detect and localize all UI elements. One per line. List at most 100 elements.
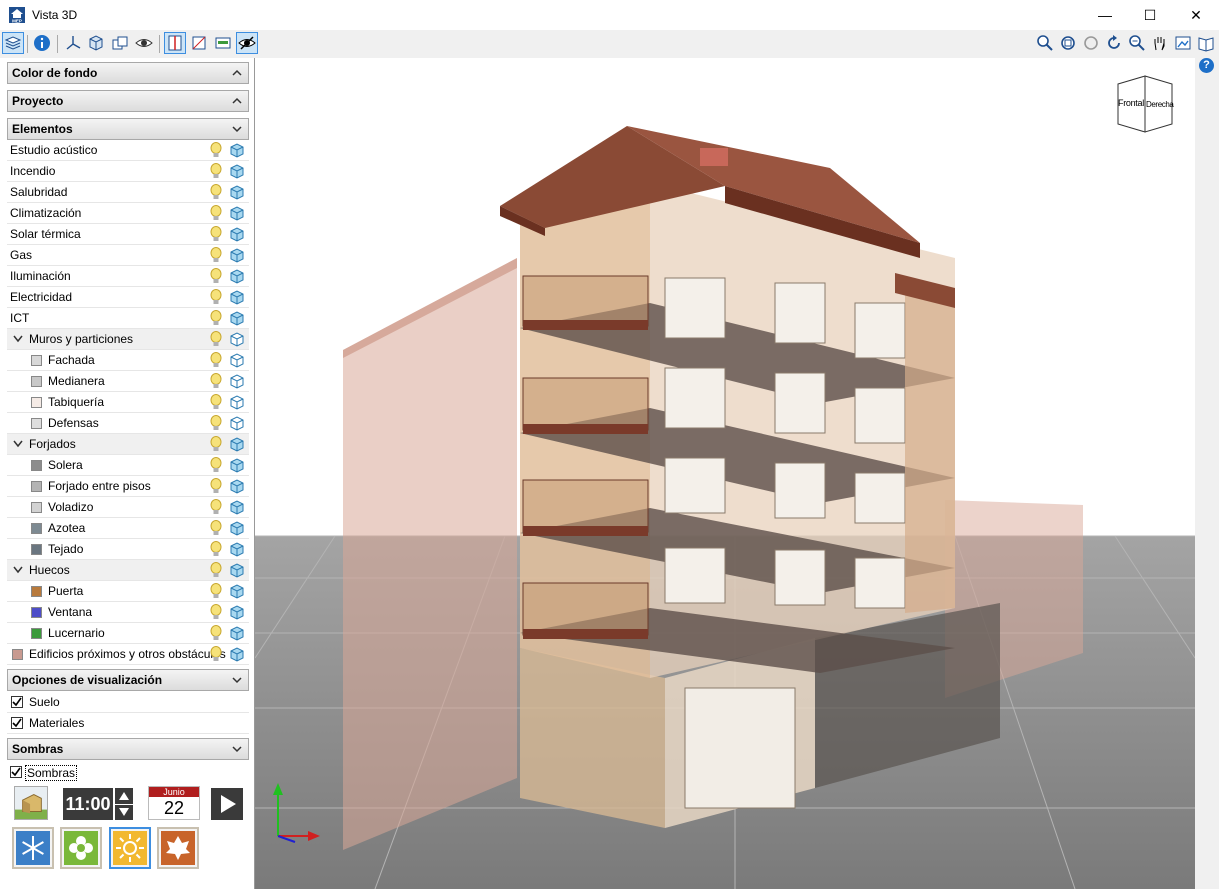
element-row[interactable]: Huecos (7, 560, 249, 581)
play-button[interactable] (211, 788, 243, 820)
bulb-icon[interactable] (208, 204, 224, 222)
bulb-icon[interactable] (208, 288, 224, 306)
element-row[interactable]: Gas (7, 245, 249, 266)
bulb-icon[interactable] (208, 603, 224, 621)
section-sombras[interactable]: Sombras (7, 738, 249, 760)
chevron-down-icon[interactable] (13, 440, 23, 448)
cube-icon[interactable] (229, 310, 245, 326)
bulb-icon[interactable] (208, 309, 224, 327)
cube-icon[interactable] (229, 142, 245, 158)
bulb-icon[interactable] (208, 561, 224, 579)
element-row[interactable]: Medianera (7, 371, 249, 392)
cube-icon[interactable] (229, 499, 245, 515)
cube-icon[interactable] (229, 331, 245, 347)
bulb-icon[interactable] (208, 267, 224, 285)
zoom-button[interactable] (1126, 32, 1148, 54)
element-row[interactable]: Defensas (7, 413, 249, 434)
cube-icon[interactable] (229, 163, 245, 179)
cube-icon[interactable] (229, 457, 245, 473)
shadow-house-button[interactable] (14, 786, 48, 820)
clip-plane-button[interactable] (164, 32, 186, 54)
element-row[interactable]: Electricidad (7, 287, 249, 308)
section-proyecto[interactable]: Proyecto (7, 90, 249, 112)
element-row[interactable]: Salubridad (7, 182, 249, 203)
cube-icon[interactable] (229, 226, 245, 242)
cube-icon[interactable] (229, 184, 245, 200)
chevron-down-icon[interactable] (13, 566, 23, 574)
element-row[interactable]: Fachada (7, 350, 249, 371)
maximize-button[interactable]: ☐ (1127, 0, 1173, 30)
bulb-icon[interactable] (208, 330, 224, 348)
cube-icon[interactable] (229, 646, 245, 662)
bulb-icon[interactable] (208, 225, 224, 243)
bulb-icon[interactable] (208, 582, 224, 600)
element-row[interactable]: Tejado (7, 539, 249, 560)
bulb-icon[interactable] (208, 540, 224, 558)
bulb-icon[interactable] (208, 645, 224, 663)
element-row[interactable]: Muros y particiones (7, 329, 249, 350)
materiales-checkbox[interactable] (11, 717, 23, 729)
element-row[interactable]: Voladizo (7, 497, 249, 518)
zoom-extents-button[interactable] (1057, 32, 1079, 54)
bulb-icon[interactable] (208, 372, 224, 390)
element-row[interactable]: Incendio (7, 161, 249, 182)
cube-icon[interactable] (229, 247, 245, 263)
section-box-button[interactable] (188, 32, 210, 54)
bulb-icon[interactable] (208, 414, 224, 432)
cube-icon[interactable] (229, 289, 245, 305)
cube-icon[interactable] (229, 604, 245, 620)
element-row[interactable]: Estudio acústico (7, 140, 249, 161)
cube-icon[interactable] (229, 478, 245, 494)
element-row[interactable]: Ventana (7, 602, 249, 623)
cube-icon[interactable] (229, 205, 245, 221)
element-row[interactable]: Azotea (7, 518, 249, 539)
cube-icon[interactable] (229, 373, 245, 389)
zoom-window-button[interactable] (1034, 32, 1056, 54)
bulb-icon[interactable] (208, 435, 224, 453)
element-row[interactable]: Climatización (7, 203, 249, 224)
view-cube-right[interactable]: Derecha (1146, 100, 1174, 109)
time-up-button[interactable] (115, 788, 133, 804)
element-row[interactable]: Forjados (7, 434, 249, 455)
zoom-previous-button[interactable] (1080, 32, 1102, 54)
rotate-button[interactable] (1103, 32, 1125, 54)
bulb-icon[interactable] (208, 498, 224, 516)
layers-button[interactable] (2, 32, 24, 54)
cube-icon[interactable] (229, 394, 245, 410)
element-row[interactable]: Edificios próximos y otros obstáculos (7, 644, 249, 665)
bulb-icon[interactable] (208, 351, 224, 369)
export-image-button[interactable] (1172, 32, 1194, 54)
summer-button[interactable] (109, 827, 151, 869)
minimize-button[interactable]: — (1082, 0, 1128, 30)
bulb-icon[interactable] (208, 456, 224, 474)
sombras-checkbox[interactable] (10, 766, 22, 778)
bulb-icon[interactable] (208, 183, 224, 201)
book-button[interactable] (1195, 32, 1217, 54)
element-row[interactable]: Lucernario (7, 623, 249, 644)
hide-objects-button[interactable] (133, 32, 155, 54)
bulb-icon[interactable] (208, 162, 224, 180)
cube-icon[interactable] (229, 436, 245, 452)
cube-icon[interactable] (229, 562, 245, 578)
winter-button[interactable] (12, 827, 54, 869)
cube-icon[interactable] (229, 352, 245, 368)
bulb-icon[interactable] (208, 246, 224, 264)
bulb-icon[interactable] (208, 141, 224, 159)
cube-icon[interactable] (229, 625, 245, 641)
time-down-button[interactable] (115, 805, 133, 820)
section-opciones[interactable]: Opciones de visualización (7, 669, 249, 691)
section-color-fondo[interactable]: Color de fondo (7, 62, 249, 84)
spring-button[interactable] (60, 827, 102, 869)
bulb-icon[interactable] (208, 624, 224, 642)
chevron-down-icon[interactable] (13, 335, 23, 343)
element-row[interactable]: Solar térmica (7, 224, 249, 245)
cube-icon[interactable] (229, 541, 245, 557)
date-picker[interactable]: Junio 22 (148, 786, 200, 820)
pan-button[interactable] (1149, 32, 1171, 54)
bulb-icon[interactable] (208, 393, 224, 411)
element-row[interactable]: ICT (7, 308, 249, 329)
help-button[interactable]: ? (1199, 58, 1214, 73)
visibility-button[interactable] (236, 32, 258, 54)
element-row[interactable]: Forjado entre pisos (7, 476, 249, 497)
close-button[interactable]: ✕ (1173, 0, 1219, 30)
